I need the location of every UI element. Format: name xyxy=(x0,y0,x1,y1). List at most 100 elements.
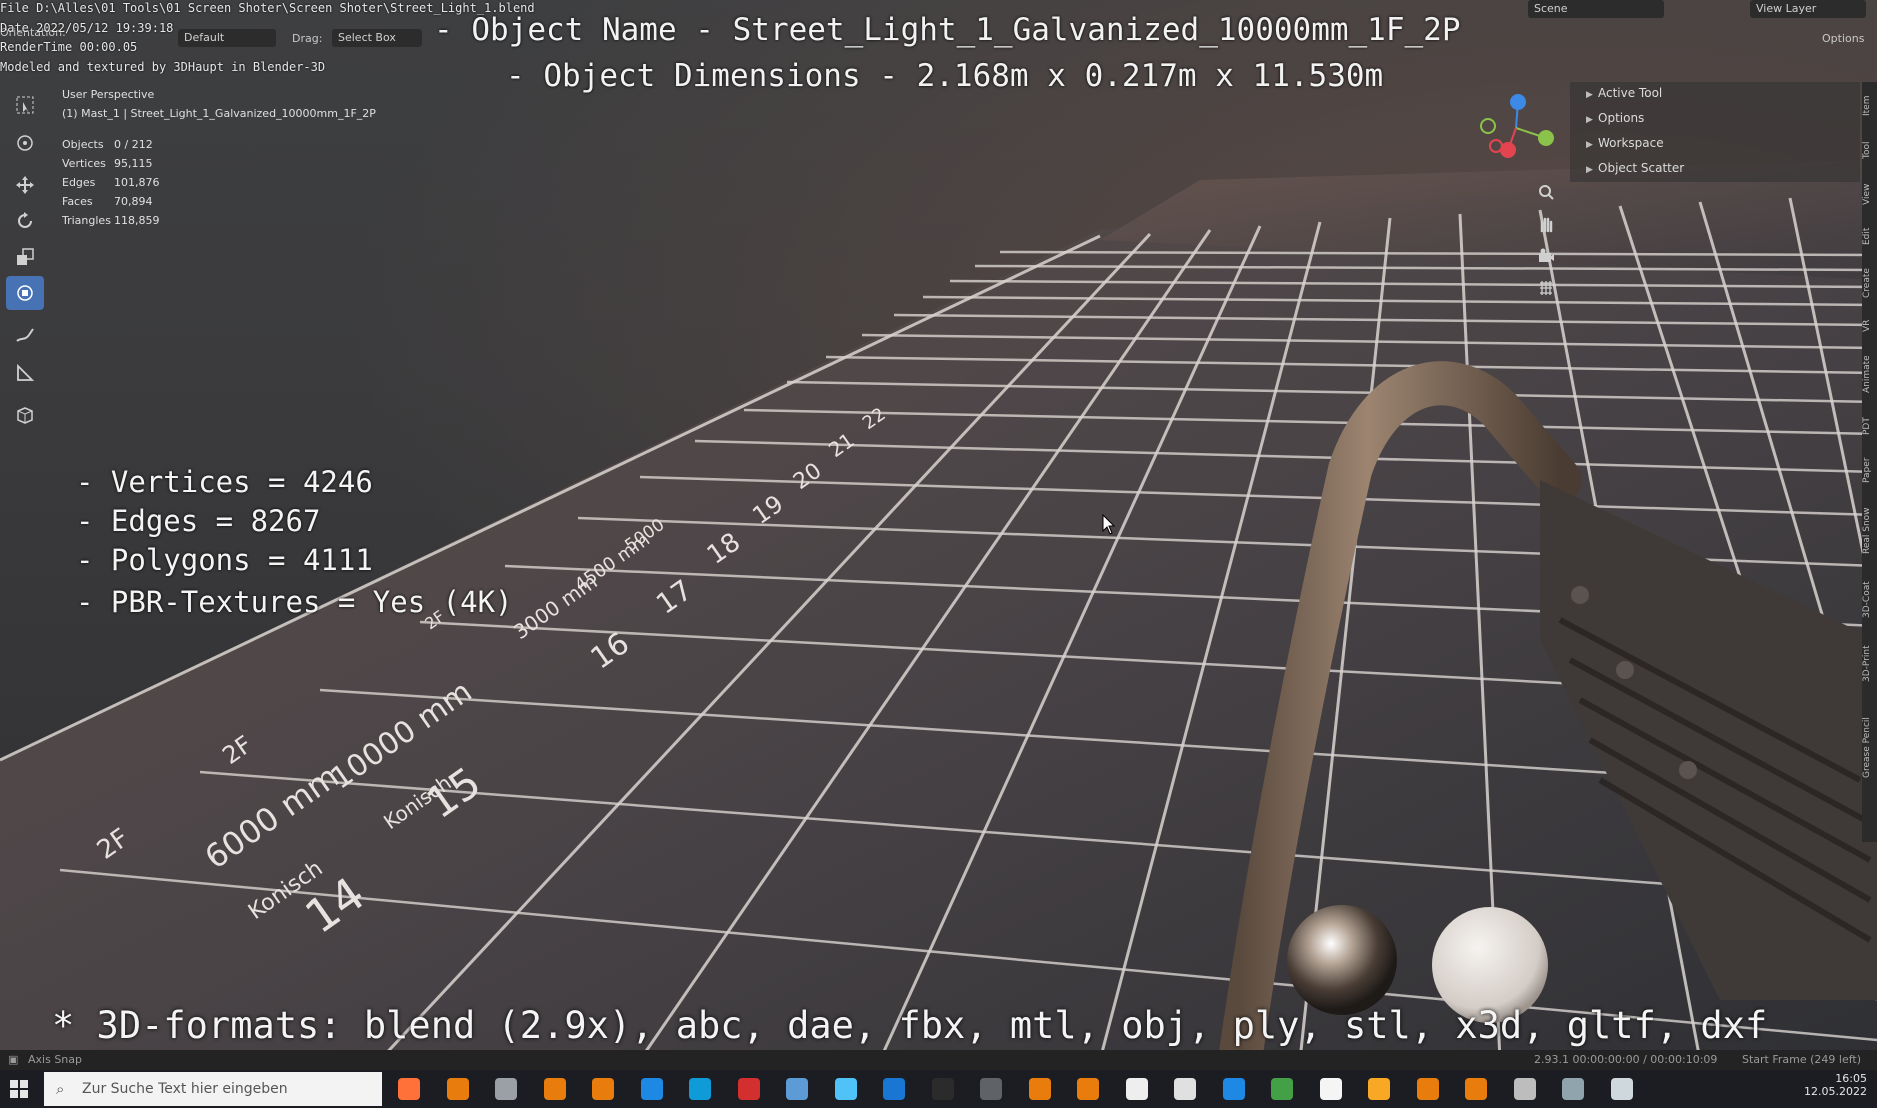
panel-active-tool[interactable]: ▶ Active Tool xyxy=(1586,86,1662,100)
annotate-tool-icon xyxy=(16,328,34,342)
taskbar-app-icon[interactable] xyxy=(1174,1078,1196,1100)
taskbar-app-icon[interactable] xyxy=(398,1078,420,1100)
transform-tool-icon xyxy=(17,285,33,301)
orthographic-toggle[interactable] xyxy=(1532,274,1560,302)
move-tool-icon xyxy=(16,176,34,194)
rotate-tool-button[interactable] xyxy=(6,204,44,238)
gizmo-z-axis xyxy=(1510,94,1526,110)
taskbar-app-icon[interactable] xyxy=(737,1078,760,1100)
active-object-label: (1) Mast_1 | Street_Light_1_Galvanized_1… xyxy=(62,107,376,120)
scale-tool-icon xyxy=(17,248,34,265)
stat-vertices: Vertices 95,115 xyxy=(62,157,153,170)
taskbar-app-icon[interactable] xyxy=(931,1078,954,1100)
stat-edges: Edges 101,876 xyxy=(62,176,160,189)
windows-start-icon[interactable] xyxy=(10,1080,28,1098)
gizmo-y-axis xyxy=(1538,130,1554,146)
overlay-vertices: - Vertices = 4246 xyxy=(76,465,373,499)
axis-snap-label: Axis Snap xyxy=(28,1053,82,1066)
navigation-gizmo[interactable] xyxy=(1476,88,1556,168)
panel-options[interactable]: ▶ Options xyxy=(1586,111,1644,125)
perspective-label: User Perspective xyxy=(62,88,155,101)
annotate-tool-button[interactable] xyxy=(6,318,44,352)
3d-viewport[interactable]: 14 15 16 17 18 19 20 21 22 6000 mm 10000… xyxy=(0,0,1877,1060)
stat-faces: Faces 70,894 xyxy=(62,195,153,208)
stat-label: Vertices xyxy=(62,157,106,170)
taskbar-app-icon[interactable] xyxy=(543,1078,566,1100)
grid-icon xyxy=(1540,281,1552,295)
tab-edit[interactable]: Edit xyxy=(1862,218,1877,254)
tab-tool[interactable]: Tool xyxy=(1862,130,1877,170)
taskbar-app-icon[interactable] xyxy=(689,1078,711,1100)
select-box-tool-icon xyxy=(16,96,34,114)
tab-real-snow[interactable]: Real Snow xyxy=(1862,496,1877,566)
taskbar-app-icon[interactable] xyxy=(1125,1078,1148,1100)
measure-tool-button[interactable] xyxy=(6,356,44,390)
stat-label: Objects xyxy=(62,138,104,151)
taskbar-app-icon[interactable] xyxy=(786,1078,808,1100)
zoom-button[interactable] xyxy=(1532,178,1560,206)
tab-create[interactable]: Create xyxy=(1862,258,1877,308)
select-box-tool-button[interactable] xyxy=(6,88,44,122)
axis-snap-icon: ▣ xyxy=(8,1053,19,1066)
taskbar-app-icon[interactable] xyxy=(834,1078,857,1100)
panel-label: Object Scatter xyxy=(1598,161,1685,175)
taskbar-app-icon[interactable] xyxy=(1562,1078,1584,1100)
taskbar-app-icon[interactable] xyxy=(1028,1078,1051,1100)
expand-arrow-icon: ▶ xyxy=(1586,165,1593,175)
search-placeholder: Zur Suche Text hier eingeben xyxy=(82,1081,288,1097)
add-cube-tool-button[interactable] xyxy=(6,398,44,432)
taskbar-app-icon[interactable] xyxy=(446,1078,469,1100)
taskbar-app-icon[interactable] xyxy=(1368,1078,1390,1100)
formats-line: * 3D-formats: blend (2.9x), abc, dae, fb… xyxy=(52,1004,1768,1047)
tab-item[interactable]: Item xyxy=(1862,86,1877,126)
system-tray[interactable]: 16:05 12.05.2022 xyxy=(1804,1072,1867,1098)
taskbar-app-icon[interactable] xyxy=(1610,1078,1633,1100)
move-tool-button[interactable] xyxy=(6,168,44,202)
camera-icon xyxy=(1539,248,1554,262)
camera-view-button[interactable] xyxy=(1532,242,1560,270)
scale-tool-button[interactable] xyxy=(6,240,44,274)
tab-pdt[interactable]: PDT xyxy=(1862,408,1877,444)
cursor-tool-icon xyxy=(17,135,33,151)
taskbar-app-icon[interactable] xyxy=(1416,1078,1439,1100)
stat-triangles: Triangles 118,859 xyxy=(62,214,160,227)
tab-3d-coat[interactable]: 3D-Coat xyxy=(1862,570,1877,630)
stat-label: Edges xyxy=(62,176,96,189)
taskbar-app-icon[interactable] xyxy=(495,1078,517,1100)
status-bar: ▣ Axis Snap 2.93.1 00:00:00:00 / 00:00:1… xyxy=(0,1050,1877,1070)
taskbar-search[interactable]: ⌕ Zur Suche Text hier eingeben xyxy=(44,1072,382,1106)
taskbar-app-icon[interactable] xyxy=(1271,1078,1293,1100)
tray-time: 16:05 xyxy=(1835,1072,1867,1085)
taskbar-app-icon[interactable] xyxy=(592,1078,614,1100)
taskbar-app-icon[interactable] xyxy=(640,1078,663,1100)
taskbar-app-icon[interactable] xyxy=(1319,1078,1342,1100)
taskbar-app-icon[interactable] xyxy=(883,1078,905,1100)
taskbar-app-icon[interactable] xyxy=(1222,1078,1245,1100)
panel-workspace[interactable]: ▶ Workspace xyxy=(1586,136,1664,150)
search-icon: ⌕ xyxy=(56,1080,65,1098)
tab-paper[interactable]: Paper xyxy=(1862,448,1877,492)
rotate-tool-icon xyxy=(18,212,32,228)
hand-icon xyxy=(1540,217,1553,233)
version-info: 2.93.1 00:00:00:00 / 00:00:10:09 xyxy=(1534,1053,1718,1066)
expand-arrow-icon: ▶ xyxy=(1586,140,1593,150)
taskbar-app-icon[interactable] xyxy=(1077,1078,1099,1100)
chrome-material-ball xyxy=(1287,905,1397,1015)
taskbar-app-icon[interactable] xyxy=(1513,1078,1536,1100)
tab-grease-pencil[interactable]: Grease Pencil xyxy=(1862,698,1877,798)
tab-view[interactable]: View xyxy=(1862,174,1877,214)
transform-tool-button[interactable] xyxy=(6,276,44,310)
tab-vr[interactable]: VR xyxy=(1862,312,1877,340)
windows-taskbar: ⌕ Zur Suche Text hier eingeben 16:05 12.… xyxy=(0,1070,1877,1108)
panel-label: Workspace xyxy=(1598,136,1664,150)
pan-button[interactable] xyxy=(1532,210,1560,238)
object-name-title: - Object Name - Street_Light_1_Galvanize… xyxy=(434,12,1461,48)
tab-3d-print[interactable]: 3D-Print xyxy=(1862,634,1877,694)
stat-value: 101,876 xyxy=(114,176,160,189)
cursor-tool-button[interactable] xyxy=(6,126,44,160)
panel-object-scatter[interactable]: ▶ Object Scatter xyxy=(1586,161,1684,175)
tab-animate[interactable]: Animate xyxy=(1862,344,1877,404)
expand-arrow-icon: ▶ xyxy=(1586,90,1593,100)
taskbar-app-icon[interactable] xyxy=(980,1078,1002,1100)
taskbar-app-icon[interactable] xyxy=(1465,1078,1487,1100)
